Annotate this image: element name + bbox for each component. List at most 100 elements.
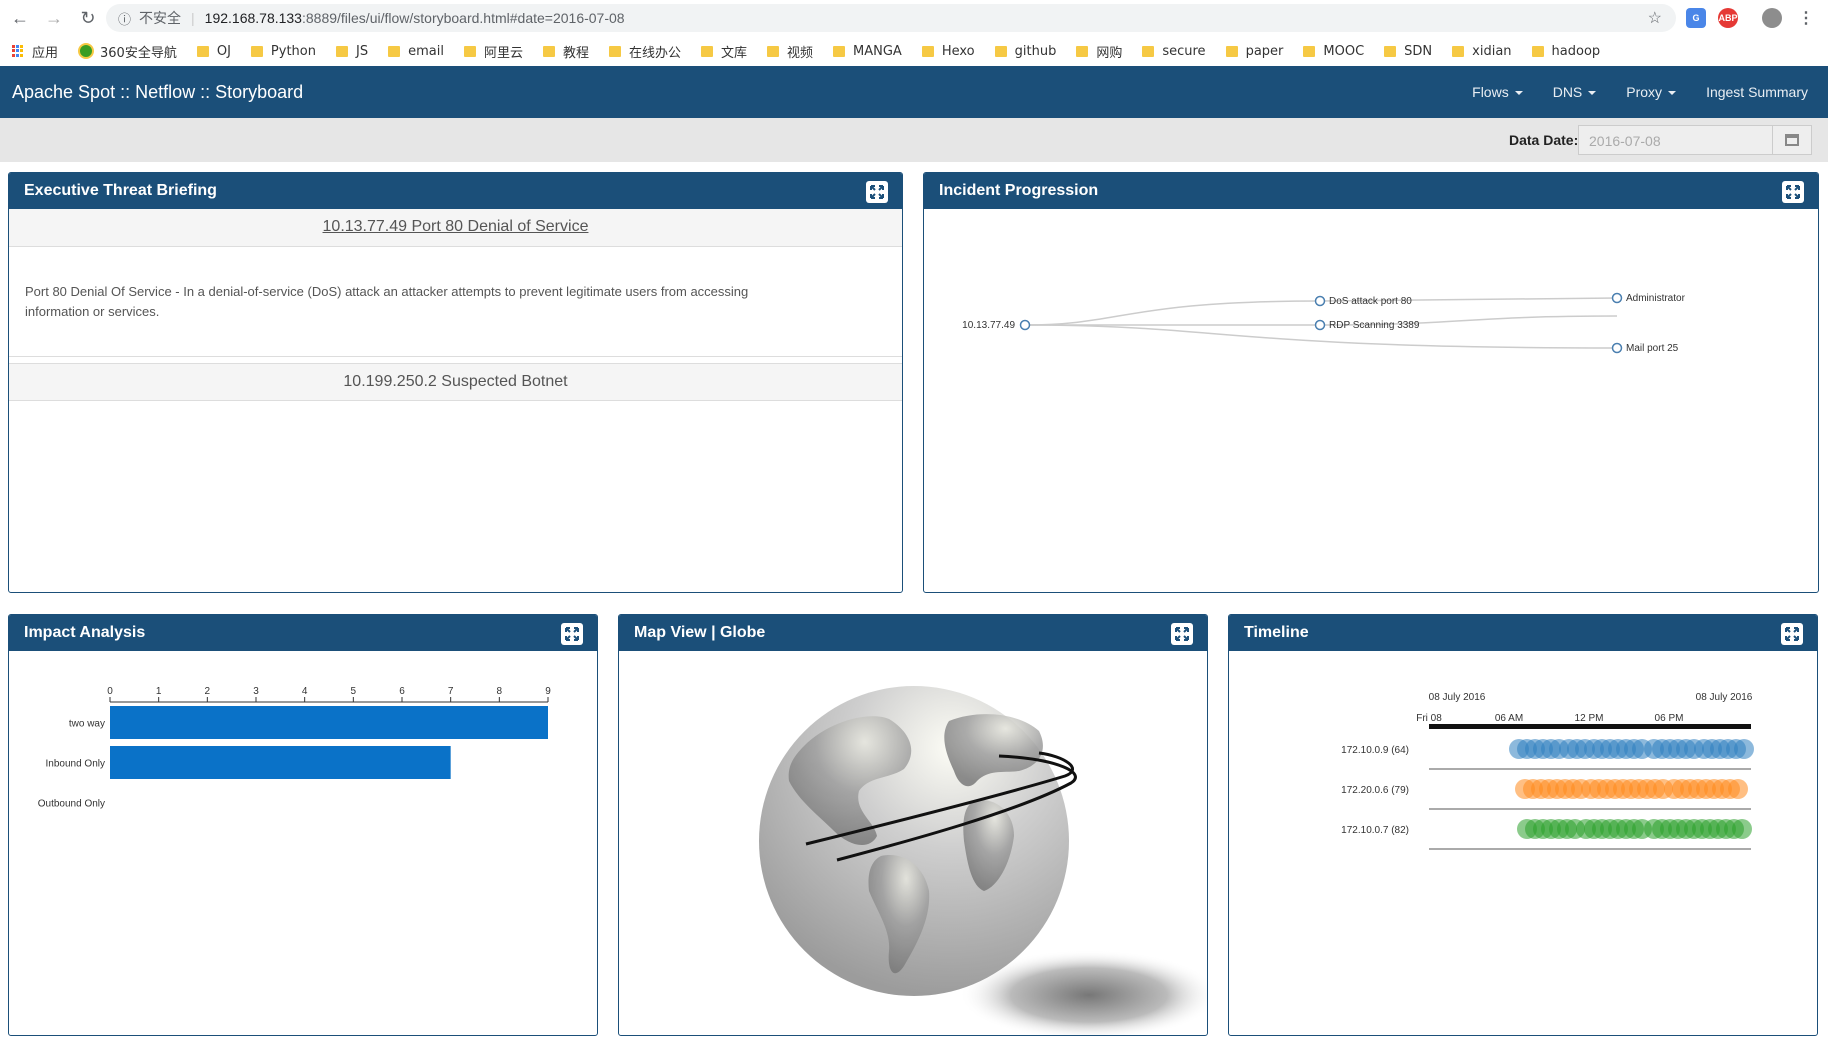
reload-icon[interactable]: ↻ [74,4,102,32]
timeline-row-label: 172.10.0.9 (64) [1341,745,1409,756]
bookmark-folder[interactable]: Python [250,43,316,59]
globe-view[interactable] [619,651,1208,1036]
panel-header: Incident Progression [924,173,1818,209]
nav-flows[interactable]: Flows [1472,84,1523,100]
bookmark-label: MOOC [1323,43,1365,59]
bookmark-label: email [408,43,444,59]
bookmark-folder[interactable]: hadoop [1531,44,1600,59]
bookmark-label: secure [1162,43,1206,59]
threat-item-title[interactable]: 10.199.250.2 Suspected Botnet [9,363,902,401]
back-icon[interactable]: ← [6,4,34,32]
calendar-button[interactable] [1772,125,1812,155]
bookmark-label: 视频 [787,45,814,61]
timeline-event[interactable] [1732,819,1752,839]
data-date-label: Data Date: [1509,132,1579,148]
timeline-event[interactable] [1734,739,1754,759]
app-navbar: Apache Spot :: Netflow :: Storyboard Flo… [0,66,1828,118]
data-date-input[interactable]: 2016-07-08 [1578,125,1772,155]
bookmark-folder[interactable]: secure [1142,43,1206,59]
panel-title: Map View | Globe [634,624,766,641]
nav-proxy[interactable]: Proxy [1626,84,1677,100]
bookmark-folder[interactable]: 视频 [767,42,813,61]
timeline-panel: Timeline 08 July 2016 08 July 2016 Fri 08 0… [1228,614,1818,1036]
bookmark-folder[interactable]: 文库 [700,42,747,61]
caret-down-icon [1514,91,1523,96]
executive-threat-panel: Executive Threat Briefing 10.13.77.49 Po… [8,172,903,593]
bar[interactable] [110,746,451,779]
bookmark-label: Python [270,43,316,59]
folder-icon [1225,45,1238,57]
tree-link [1024,300,1321,326]
timeline-chart: 08 July 2016 08 July 2016 Fri 08 06 AM 12 PM… [1341,692,1754,850]
bar[interactable] [110,706,548,739]
bookmark-folder[interactable]: MANGA [833,44,902,59]
bookmark-label: OJ [216,43,231,59]
app-brand[interactable]: Apache Spot :: Netflow :: Storyboard [12,82,303,103]
category-label: two way [69,719,105,730]
folder-icon [994,45,1007,57]
bookmark-folder[interactable]: paper [1225,43,1284,59]
bookmark-folder[interactable]: 网购 [1076,42,1122,61]
x-tick-label: 9 [545,686,551,697]
panel-title: Incident Progression [939,182,1099,199]
folder-icon [542,45,555,57]
info-icon[interactable]: ⓘ [118,9,131,28]
expand-icon [1175,627,1189,641]
bookmark-folder[interactable]: MOOC [1303,44,1364,59]
expand-button[interactable] [561,623,583,645]
bookmark-folder[interactable]: OJ [196,43,231,59]
nav-ingest-summary[interactable]: Ingest Summary [1706,84,1808,100]
bookmark-star-icon[interactable]: ☆ [1648,8,1662,28]
bookmark-folder[interactable]: github [994,44,1056,59]
timeline-tick-label: 06 AM [1495,713,1523,724]
folder-icon [250,45,263,57]
profile-avatar-icon[interactable] [1762,8,1782,28]
tree-node-root[interactable] [1019,319,1031,331]
tree-node[interactable] [1611,292,1623,304]
expand-button[interactable] [866,181,888,203]
nav-dns[interactable]: DNS [1553,84,1597,100]
date-toolbar: Data Date: 2016-07-08 [0,118,1828,162]
bookmark-folder[interactable]: SDN [1384,44,1432,59]
bookmark-label: Hexo [941,43,975,59]
folder-icon [1531,45,1544,57]
bookmark-apps[interactable]: 应用 [0,42,58,61]
bookmark-label: 教程 [562,45,589,61]
timeline-date-label: 08 July 2016 [1696,692,1753,703]
x-tick-label: 0 [107,686,113,697]
tree-node[interactable] [1611,342,1623,354]
expand-button[interactable] [1781,623,1803,645]
globe-icon [78,43,95,59]
tree-node[interactable] [1314,319,1326,331]
bookmark-360[interactable]: 360安全导航 [78,42,177,61]
panel-header: Map View | Globe [619,615,1207,651]
expand-button[interactable] [1782,181,1804,203]
expand-icon [1786,185,1800,199]
expand-button[interactable] [1171,623,1193,645]
bookmark-folder[interactable]: 阿里云 [463,42,523,61]
address-bar[interactable]: ⓘ 不安全 | 192.168.78.133:8889/files/ui/flo… [106,4,1676,32]
nav-menu: Flows DNS Proxy Ingest Summary [1442,66,1808,118]
bookmark-folder[interactable]: 教程 [542,42,589,61]
timeline-event[interactable] [1728,779,1748,799]
bookmark-label: paper [1245,43,1284,59]
tree-node[interactable] [1314,295,1326,307]
bookmark-folder[interactable]: JS [335,44,368,59]
forward-icon[interactable]: → [40,4,68,32]
bookmark-folder[interactable]: email [388,44,444,59]
bookmark-folder[interactable]: Hexo [921,43,975,59]
x-tick-label: 1 [156,686,162,697]
adblock-extension-icon[interactable]: ABP [1718,8,1738,28]
translate-extension-icon[interactable]: G [1686,8,1706,28]
bookmark-folder[interactable]: xidian [1452,43,1512,59]
folder-icon [767,45,779,57]
impact-bar-chart: 0 1 2 3 4 5 6 7 8 9 two way Inbound Only Outbound On… [38,686,551,810]
bookmark-folder[interactable]: 在线办公 [608,42,681,61]
bookmark-label: xidian [1472,43,1512,59]
nav-dns-label: DNS [1552,84,1583,100]
folder-icon [1452,45,1465,57]
threat-item-title[interactable]: 10.13.77.49 Port 80 Denial of Service [9,209,902,247]
x-tick-label: 2 [205,686,211,697]
timeline-tick-label: 06 PM [1655,713,1684,724]
menu-kebab-icon[interactable]: ⋮ [1796,8,1816,28]
